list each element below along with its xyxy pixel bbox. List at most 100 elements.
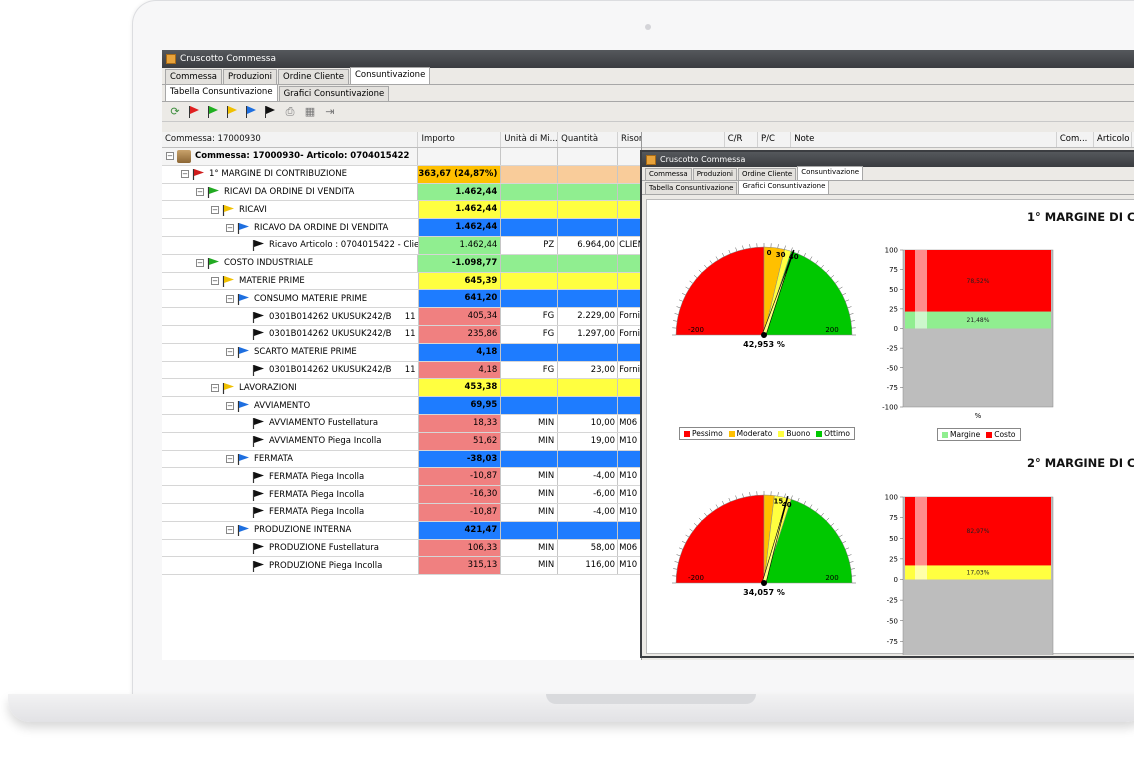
print-icon[interactable]: ⎙ [283,105,297,119]
camera [645,24,651,30]
table-row[interactable]: 0301B014262 UKUSUK242/B 11 405,34 FG 2.229,0… [162,308,641,326]
expand-toggle-icon[interactable]: − [211,383,219,392]
quantita-cell [558,254,619,272]
blue-flag-icon[interactable] [245,105,258,118]
main-tabs: Commessa Produzioni Ordine Cliente Consu… [162,67,1134,85]
expand-toggle-icon[interactable]: − [226,223,234,232]
gauge-tick [722,252,725,257]
tab-consuntivazione[interactable]: Consuntivazione [350,67,431,84]
table-row[interactable]: 0301B014262 UKUSUK242/B 11 235,86 FG 1.297,0… [162,325,641,344]
row-label: FERMATA Piega Incolla [269,489,365,500]
gauge-tick [842,293,847,296]
table-row[interactable]: − PRODUZIONE INTERNA 421,47 [162,521,642,540]
table-row[interactable]: − RICAVI DA ORDINE DI VENDITA 1.462,44 [162,183,641,202]
expand-toggle-icon[interactable]: − [211,276,219,285]
y-tick-label: 100 [885,247,898,255]
col-note[interactable]: Note [791,132,1057,147]
importo-cell: 405,34 [418,308,502,325]
table-row[interactable]: − COSTO INDUSTRIALE -1.098,77 [162,254,641,273]
expand-toggle-icon[interactable]: − [226,526,234,535]
table-row[interactable]: FERMATA Piega Incolla -16,30 MIN -6,00 M10 - [162,486,641,504]
tab-ordine-cliente[interactable]: Ordine Cliente [278,69,349,84]
toolbar: ⟳ ⎙ ▦ ⇥ [162,102,1134,122]
row-name-cell: Ricavo Articolo : 0704015422 - Clien [162,236,419,254]
col-quantita[interactable]: Quantità [558,132,619,147]
table-row[interactable]: AVVIAMENTO Fustellatura 18,33 MIN 10,00 M06 … [162,414,641,433]
yellow-flag-icon[interactable] [226,105,239,118]
row-label: RICAVI DA ORDINE DI VENDITA [224,186,355,197]
table-row[interactable]: − AVVIAMENTO 69,95 [162,397,642,415]
expand-toggle-icon[interactable]: − [226,348,234,357]
table-row[interactable]: − LAVORAZIONI 453,38 [162,379,641,398]
row-label: LAVORAZIONI [239,382,297,393]
table-row[interactable]: − MATERIE PRIME 645,39 [162,272,641,291]
table-row[interactable]: AVVIAMENTO Piega Incolla 51,62 MIN 19,00 M10… [162,432,641,451]
expand-toggle-icon[interactable]: − [211,205,219,214]
table-row[interactable]: FERMATA Piega Incolla -10,87 MIN -4,00 M10 - [162,503,641,522]
table-row[interactable]: 0301B014262 UKUSUK242/B 11 4,18 FG 23,00 Forn… [162,361,641,380]
red-flag-icon[interactable] [188,105,201,118]
table-row[interactable]: − Commessa: 17000930- Articolo: 070401542… [162,148,641,166]
popup-title: Cruscotto Commessa [660,155,746,164]
row-name-cell: − RICAVO DA ORDINE DI VENDITA [162,219,419,236]
expand-toggle-icon[interactable]: − [181,170,189,179]
quantita-cell: 2.229,00 [558,308,619,325]
table-row[interactable]: − SCARTO MATERIE PRIME 4,18 [162,343,642,362]
table-header-right: C/R P/C Note Com... Articolo C [642,132,1134,148]
table-row[interactable]: PRODUZIONE Piega Incolla 315,13 MIN 116,00 M… [162,557,641,576]
black-flag-icon[interactable] [264,105,277,118]
expand-toggle-icon[interactable]: − [226,454,234,463]
table-icon[interactable]: ▦ [303,105,317,118]
gauge-band [675,246,765,336]
popup-app-icon [646,154,656,165]
row-name-cell: − COSTO INDUSTRIALE [162,254,419,272]
popup-tab-commessa[interactable]: Commessa [645,168,692,180]
popup-tab-produzioni[interactable]: Produzioni [692,168,737,180]
table-row[interactable]: − 1° MARGINE DI CONTRIBUZIONE 363,67 (24,8… [162,165,641,184]
unita-cell [501,165,559,183]
expand-toggle-icon[interactable]: − [196,259,204,268]
gauge-tick [830,275,835,279]
tab-produzioni[interactable]: Produzioni [223,69,278,84]
table-row[interactable]: − CONSUMO MATERIE PRIME 641,20 [162,290,642,309]
risorsa-cell [618,148,641,165]
popup-tab-grafici[interactable]: Grafici Consuntivazione [738,180,830,194]
expand-toggle-icon[interactable]: − [226,401,234,410]
unita-cell: MIN [501,503,559,521]
expand-toggle-icon[interactable]: − [166,152,174,161]
gauge-tick [803,252,806,257]
col-articolo[interactable]: Articolo [1094,132,1132,147]
col-com[interactable]: Com... [1057,132,1094,147]
quantita-cell: 10,00 [558,414,619,432]
bar-highlight [915,497,927,580]
importo-cell: 4,18 [418,343,502,361]
col-commessa[interactable]: Commessa: 17000930 [162,132,419,147]
col-pc[interactable]: P/C [758,132,792,147]
tab-tabella-consuntivazione[interactable]: Tabella Consuntivazione [165,84,278,101]
risorsa-cell: CLIEN [619,239,641,250]
table-row[interactable]: FERMATA Piega Incolla -10,87 MIN -4,00 M10 - [162,468,641,487]
gauge-tick [728,497,731,502]
table-row[interactable]: − FERMATA -38,03 [162,450,642,469]
col-unita[interactable]: Unità di Mi... [501,132,559,147]
col-risorsa[interactable]: Risorsa [618,132,641,147]
tab-grafici-consuntivazione[interactable]: Grafici Consuntivazione [278,86,390,101]
table-row[interactable]: Ricavo Articolo : 0704015422 - Clien 1.46… [162,236,641,255]
expand-toggle-icon[interactable]: − [226,294,234,303]
app-icon [166,54,176,64]
popup-tab-ordine-cliente[interactable]: Ordine Cliente [737,168,797,180]
export-icon[interactable]: ⇥ [323,105,337,118]
green-flag-icon[interactable] [207,105,220,118]
expand-toggle-icon[interactable]: − [196,187,204,196]
gauge-tick [689,528,693,532]
table-row[interactable]: − RICAVO DA ORDINE DI VENDITA 1.462,44 [162,219,642,237]
col-importo[interactable]: Importo [418,132,502,147]
importo-cell: 1.462,44 [418,236,502,254]
refresh-icon[interactable]: ⟳ [168,105,182,118]
table-row[interactable]: PRODUZIONE Fustellatura 106,33 MIN 58,00 M06… [162,539,641,558]
table-row[interactable]: − RICAVI 1.462,44 [162,201,641,220]
col-cr[interactable]: C/R [725,132,758,147]
popup-tab-consuntivazione[interactable]: Consuntivazione [797,166,864,180]
tab-commessa[interactable]: Commessa [165,69,222,84]
popup-tab-tabella[interactable]: Tabella Consuntivazione [645,182,738,194]
